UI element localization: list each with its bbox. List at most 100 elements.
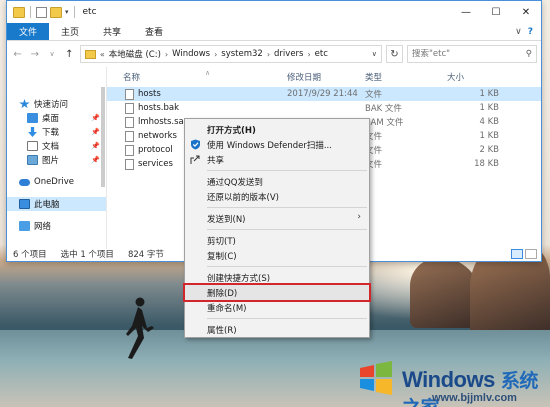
file-type: SAM 文件	[365, 118, 404, 128]
nav-item-quick-access[interactable]: 快速访问	[7, 97, 106, 111]
file-icon	[125, 88, 134, 100]
search-input[interactable]	[411, 49, 526, 59]
up-icon[interactable]: ↑	[63, 49, 76, 60]
nav-scrollbar[interactable]	[100, 67, 106, 249]
runner-silhouette	[118, 296, 158, 362]
picture-icon	[27, 155, 38, 165]
customize-dropdown-icon[interactable]: ▾	[65, 8, 69, 16]
back-icon[interactable]: ←	[11, 49, 24, 60]
divider	[207, 229, 367, 230]
column-header-type[interactable]: 类型	[359, 71, 441, 83]
divider	[73, 6, 75, 18]
menu-item-properties[interactable]: 属性(R)	[185, 322, 369, 337]
large-icons-view-icon[interactable]	[525, 249, 537, 259]
properties-icon[interactable]	[36, 6, 47, 18]
menu-item-qq-send[interactable]: 通过QQ发送到	[185, 174, 369, 189]
recent-locations-icon[interactable]: ∨	[45, 50, 58, 58]
menu-item-share[interactable]: 共享	[185, 152, 369, 167]
pin-icon: 📌	[91, 156, 100, 164]
search-box[interactable]: ⚲	[406, 45, 537, 63]
tab-home[interactable]: 主页	[49, 23, 91, 40]
new-folder-icon[interactable]	[50, 6, 62, 18]
nav-item-label: 快速访问	[34, 100, 69, 110]
search-icon: ⚲	[525, 49, 532, 59]
nav-item-label: OneDrive	[34, 177, 74, 187]
file-name: services	[138, 159, 173, 169]
file-type: 文件	[365, 160, 383, 170]
file-size: 4 KB	[479, 117, 499, 127]
nav-item-onedrive[interactable]: OneDrive	[7, 175, 106, 189]
document-icon	[27, 141, 38, 151]
menu-item-cut[interactable]: 剪切(T)	[185, 233, 369, 248]
pin-icon: 📌	[91, 114, 100, 122]
menu-item-send-to[interactable]: 发送到(N) ›	[185, 211, 369, 226]
title-bar: ▾ etc — ☐ ✕	[7, 1, 541, 23]
overflow-crumb[interactable]: «	[100, 50, 105, 59]
nav-item-label: 此电脑	[34, 200, 60, 210]
menu-item-label: 删除(D)	[207, 288, 238, 299]
divider	[207, 170, 367, 171]
nav-item-downloads[interactable]: 下载 📌	[7, 125, 106, 139]
nav-item-network[interactable]: 网络	[7, 219, 106, 233]
file-type: 文件	[365, 146, 383, 156]
menu-item-create-shortcut[interactable]: 创建快捷方式(S)	[185, 270, 369, 285]
minimize-button[interactable]: —	[451, 1, 481, 23]
chevron-right-icon: ›	[307, 49, 311, 59]
menu-item-rename[interactable]: 重命名(M)	[185, 300, 369, 315]
forward-icon[interactable]: →	[28, 49, 41, 60]
breadcrumb-item[interactable]: Windows	[172, 49, 210, 59]
file-icon	[125, 116, 134, 128]
nav-item-desktop[interactable]: 桌面 📌	[7, 111, 106, 125]
address-bar[interactable]: « 本地磁盘 (C:) › Windows › system32 › drive…	[79, 45, 382, 63]
menu-item-label: 属性(R)	[207, 325, 237, 336]
table-row[interactable]: hosts.bak BAK 文件 1 KB	[107, 101, 541, 115]
divider	[207, 207, 367, 208]
column-header-size[interactable]: 大小	[441, 71, 501, 83]
menu-item-open-with[interactable]: 打开方式(H)	[185, 122, 369, 137]
menu-item-label: 发送到(N)	[207, 214, 246, 225]
nav-item-label: 下载	[42, 128, 60, 138]
divider	[207, 266, 367, 267]
breadcrumb-item[interactable]: system32	[221, 49, 263, 59]
tab-file[interactable]: 文件	[7, 23, 50, 40]
nav-item-pictures[interactable]: 图片 📌	[7, 153, 106, 167]
details-view-icon[interactable]	[511, 249, 523, 259]
breadcrumb-item[interactable]: etc	[315, 49, 328, 59]
menu-item-label: 使用 Windows Defender扫描...	[207, 140, 332, 151]
breadcrumb-item[interactable]: drivers	[274, 49, 303, 59]
maximize-button[interactable]: ☐	[481, 1, 511, 23]
watermark-url: www.bjjmlv.com	[432, 392, 517, 404]
menu-item-restore-versions[interactable]: 还原以前的版本(V)	[185, 189, 369, 204]
nav-item-documents[interactable]: 文档 📌	[7, 139, 106, 153]
table-row[interactable]: hosts 2017/9/29 21:44 文件 1 KB	[107, 87, 541, 101]
close-button[interactable]: ✕	[511, 1, 541, 23]
nav-item-this-pc[interactable]: 此电脑	[7, 197, 106, 211]
file-size: 1 KB	[479, 131, 499, 141]
menu-item-delete[interactable]: 删除(D)	[183, 283, 371, 302]
column-header-date[interactable]: 修改日期	[281, 71, 359, 83]
chevron-down-icon[interactable]: ∨	[372, 50, 377, 58]
chevron-right-icon: ›	[357, 212, 361, 222]
file-name: networks	[138, 131, 177, 141]
menu-item-copy[interactable]: 复制(C)	[185, 248, 369, 263]
expand-ribbon-icon[interactable]: ∨	[515, 27, 522, 37]
context-menu: 打开方式(H) 使用 Windows Defender扫描... 共享 通过QQ…	[183, 118, 371, 338]
breadcrumb-item[interactable]: 本地磁盘 (C:)	[109, 48, 161, 60]
nav-item-label: 文档	[42, 142, 60, 152]
file-type: BAK 文件	[365, 104, 402, 114]
download-icon	[28, 127, 37, 137]
tab-view[interactable]: 查看	[133, 23, 175, 40]
folder-icon	[84, 49, 96, 59]
menu-item-label: 剪切(T)	[207, 236, 236, 247]
column-header-name[interactable]: 名称	[107, 71, 281, 83]
file-name: protocol	[138, 145, 173, 155]
help-icon[interactable]: ?	[528, 27, 533, 37]
menu-item-defender-scan[interactable]: 使用 Windows Defender扫描...	[185, 137, 369, 152]
file-icon	[125, 144, 134, 156]
file-type: 文件	[365, 90, 383, 100]
file-date: 2017/9/29 21:44	[287, 89, 358, 99]
share-icon	[190, 155, 200, 164]
refresh-button[interactable]: ↻	[385, 45, 403, 63]
tab-share[interactable]: 共享	[91, 23, 133, 40]
column-header-row: ∧ 名称 修改日期 类型 大小	[107, 67, 541, 87]
